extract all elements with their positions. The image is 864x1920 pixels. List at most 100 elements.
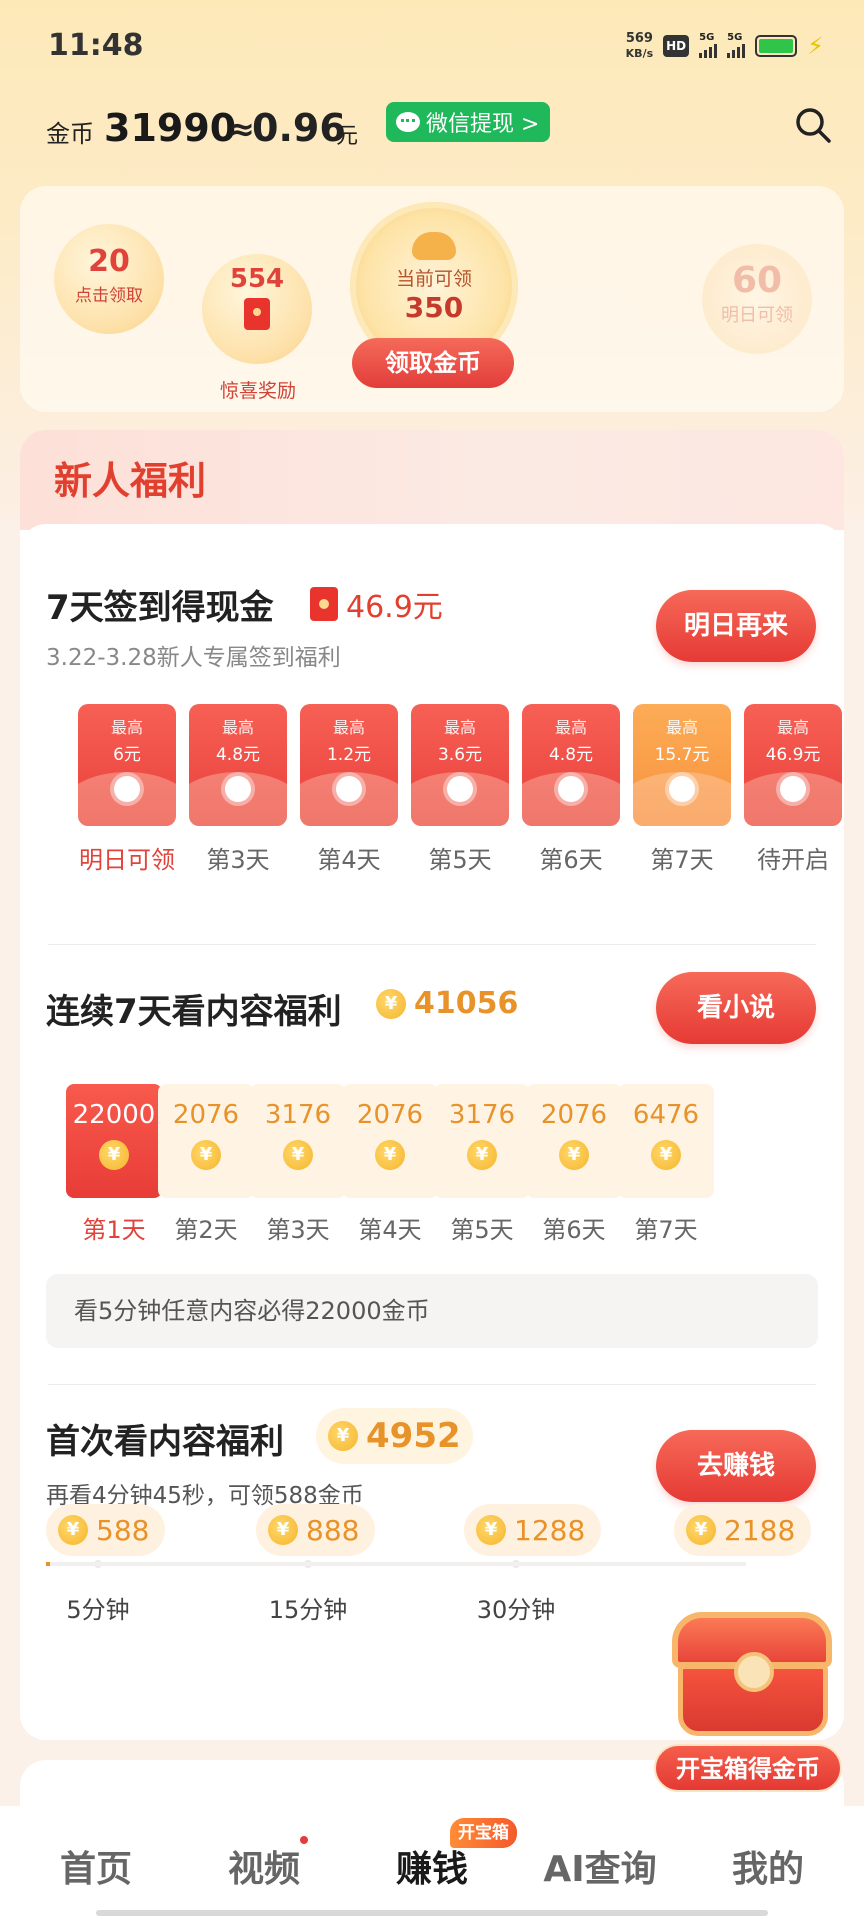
watch7-total-group: ¥ 41056 [376,986,518,1021]
bubble4-label: 明日可领 [721,305,793,326]
watch-day-box: 2076 ¥ [158,1084,254,1198]
checkin-day-amount: 46.9元 [765,745,821,765]
coin-icon: ¥ [651,1140,681,1170]
milestone-coins: 588 [96,1513,150,1547]
coin-icon: ¥ [268,1515,298,1545]
coin-icon: ¥ [559,1140,589,1170]
bubble1-label: 点击领取 [75,286,143,306]
nav-earn-badge: 开宝箱 [450,1818,517,1848]
watch-day: 2076 ¥ 第4天 [342,1084,438,1245]
treasure-chest-icon[interactable] [664,1612,844,1762]
wechat-icon [396,112,420,132]
checkin-day-top: 最高 [665,718,698,737]
watch7-total: 41056 [414,986,519,1021]
claim-coins-button[interactable]: 领取金币 [352,338,514,388]
checkin-day-top: 最高 [221,718,254,737]
wechat-withdraw-label: 微信提现 > [426,112,540,137]
milestone-coins: 2188 [724,1513,796,1547]
coin-icon: ¥ [328,1421,358,1451]
bubble-click-claim[interactable]: 20 点击领取 [54,224,164,334]
divider [48,1384,816,1385]
checkin-day-top: 最高 [110,718,143,737]
watch-day: 22000 ¥ 第1天 [66,1084,162,1245]
milestone-time: 15分钟 [268,1596,348,1624]
watch-day-value: 22000 [72,1100,156,1130]
first-watch-total: 4952 [366,1416,461,1456]
watch-day-value: 2076 [172,1100,240,1130]
checkin-day[interactable]: 最高 4.8元 第6天 [522,704,620,875]
checkin-day[interactable]: 最高 1.2元第4天 [300,704,398,875]
checkin-day[interactable]: 最高 46.9元 待开启 [744,704,842,875]
checkin-day-label: 第7天 [650,846,714,874]
checkin-title: 7天签到得现金 [46,588,274,628]
nav-ai-query[interactable]: AI查询 [530,1840,670,1892]
approx-sign: ≈ [228,110,255,148]
nav-home[interactable]: 首页 [26,1840,166,1892]
first-watch-progress-fill [46,1562,50,1566]
first-watch-progress-track [46,1562,746,1566]
checkin-days: 最高 6元 明日可领 最高 4.8元 第3天 最高 1.2元 第4天 最高 3.6元 第5天 最高 4.8… [56,704,844,904]
envelope-seal-icon [669,776,695,802]
coin-icon: ¥ [686,1515,716,1545]
checkin-day[interactable]: 最高 3.6元 第5天 [411,704,509,875]
checkin-subtitle: 3.22-3.28新人专属签到福利 [46,645,341,671]
coin-balance: 31990 [104,106,237,150]
watch-day-value: 3176 [448,1100,516,1130]
open-chest-button[interactable]: 开宝箱得金币 [654,1744,842,1792]
mascot-icon [412,232,456,260]
go-earn-button[interactable]: 去赚钱 [656,1430,816,1502]
checkin-day[interactable]: 最高 15.7元第7天 [633,704,731,875]
red-envelope-icon [244,298,270,330]
charging-icon: ⚡ [807,32,824,60]
read-novel-button[interactable]: 看小说 [656,972,816,1044]
milestone-coins: 1288 [514,1513,586,1547]
money-value: 0.96 [252,106,346,150]
checkin-day-amount: 1.2元 [326,745,372,765]
checkin-day-top: 最高 [443,718,476,737]
checkin-day[interactable]: 最高 6元 明日可领 [78,704,176,875]
watch-day-box: 22000 ¥ [66,1084,162,1198]
watch-day-box: 3176 ¥ [434,1084,530,1198]
newbie-title: 新人福利 [54,459,207,503]
current-claim-value: 350 [404,291,464,324]
status-time: 11:48 [48,28,144,63]
watch-day-label: 第1天 [82,1216,146,1244]
checkin-day-label: 明日可领 [79,846,175,874]
coin-header: 金币 31990 ≈ 0.96 元 微信提现 > [0,96,864,166]
watch-day-label: 第2天 [174,1216,238,1244]
nav-mine[interactable]: 我的 [698,1840,838,1892]
search-icon[interactable] [794,106,832,144]
watch-day-box: 2076 ¥ [342,1084,438,1198]
red-envelope-card: 最高 1.2元 [300,704,398,826]
coin-icon: ¥ [283,1140,313,1170]
watch-day: 2076 ¥ 第6天 [526,1084,622,1245]
watch-day-value: 2076 [356,1100,424,1130]
wechat-withdraw-button[interactable]: 微信提现 > [386,102,550,142]
checkin-day-label: 第4天 [317,846,381,874]
checkin-day-amount: 3.6元 [437,745,483,765]
coin-icon: ¥ [467,1140,497,1170]
checkin-amount-group: 46.9元 [310,582,443,626]
checkin-day-top: 最高 [776,718,809,737]
checkin-day-amount: 15.7元 [654,745,710,765]
watch7-title: 连续7天看内容福利 [46,992,342,1032]
watch-day: 3176 ¥ 第5天 [434,1084,530,1245]
watch-day-box: 2076 ¥ [526,1084,622,1198]
home-indicator [96,1910,768,1916]
bubble-surprise[interactable]: 554 [202,254,312,364]
battery-icon [755,35,798,57]
red-envelope-card: 最高 46.9元 [744,704,842,826]
come-back-tomorrow-button[interactable]: 明日再来 [656,590,816,662]
nav-video[interactable]: 视频 [194,1840,334,1892]
envelope-seal-icon [558,776,584,802]
signal-icon: 5G [699,32,718,58]
checkin-day[interactable]: 最高 4.8元 第3天 [189,704,287,875]
coin-icon: ¥ [99,1140,129,1170]
milestone-pill: ¥888 [256,1504,376,1556]
watch-day: 6476 ¥ 第7天 [618,1084,714,1245]
watch-day: 2076 ¥ 第2天 [158,1084,254,1245]
checkin-day-top: 最高 [554,718,587,737]
watch-day-value: 2076 [540,1100,608,1130]
coin-label: 金币 [46,120,94,148]
watch-day-box: 6476 ¥ [618,1084,714,1198]
